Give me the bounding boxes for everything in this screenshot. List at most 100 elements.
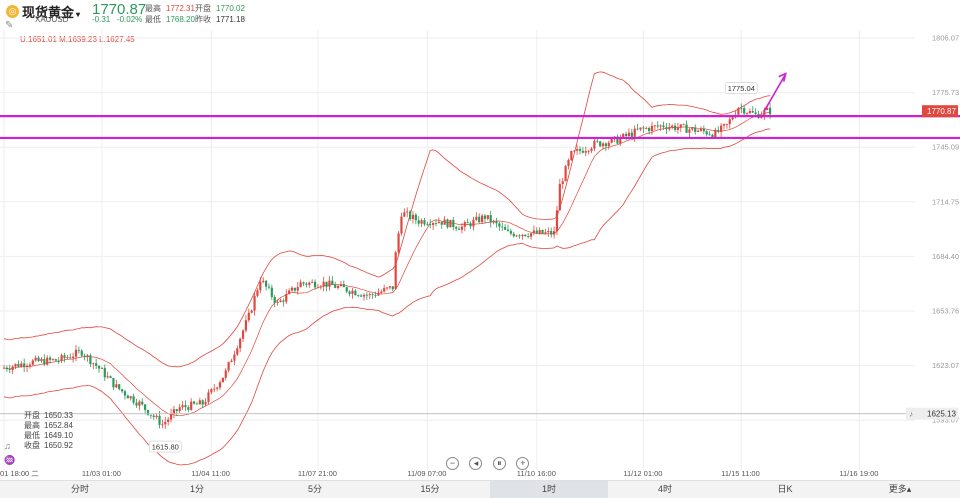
candle xyxy=(86,355,89,357)
candle xyxy=(371,294,374,296)
candle xyxy=(455,227,458,229)
candle xyxy=(302,282,305,284)
candle xyxy=(239,338,242,349)
candle xyxy=(705,131,708,135)
candle xyxy=(538,229,541,234)
candle xyxy=(740,108,743,109)
candle xyxy=(311,281,314,283)
candle xyxy=(578,149,582,151)
candle xyxy=(743,108,746,114)
candle xyxy=(290,287,294,291)
zoom-in-button[interactable]: + xyxy=(516,457,530,470)
candle xyxy=(14,363,17,367)
candle xyxy=(308,282,311,285)
candle xyxy=(270,287,273,298)
zoom-out-button[interactable]: − xyxy=(446,457,459,470)
candle xyxy=(544,232,547,234)
tab-daily[interactable]: 日K xyxy=(735,481,835,498)
candle xyxy=(483,215,487,219)
tab-more[interactable]: 更多▴ xyxy=(860,481,940,498)
candle xyxy=(564,166,567,182)
candle xyxy=(144,404,147,410)
candle xyxy=(106,376,109,378)
candle xyxy=(354,290,357,296)
tab-1hour[interactable]: 1时 xyxy=(490,481,608,498)
y-tick-label: 1745.09 xyxy=(932,143,959,152)
tab-5min[interactable]: 5分 xyxy=(265,481,365,498)
candle xyxy=(440,221,443,225)
candle xyxy=(642,127,645,129)
bollinger-middle xyxy=(3,111,771,417)
candle xyxy=(247,312,250,321)
annotation-label: 1615.80 xyxy=(152,443,179,452)
tab-1min[interactable]: 1分 xyxy=(147,481,247,498)
candle xyxy=(92,363,95,365)
ohlc-open: 开盘 1650.33 xyxy=(24,411,73,421)
candle xyxy=(391,286,394,290)
price-chart[interactable]: 1615.80 1775.04 1806.07 1775.73 1745.09 1714… xyxy=(0,0,960,480)
candle xyxy=(506,229,510,232)
candle xyxy=(115,384,118,388)
candle xyxy=(135,402,138,406)
candle xyxy=(480,215,484,223)
candle xyxy=(429,224,432,226)
candle xyxy=(449,219,452,228)
indicator-icon[interactable]: ♒ xyxy=(4,455,15,469)
candle xyxy=(492,220,495,223)
candle xyxy=(282,300,285,302)
y-tick-label: 1684.40 xyxy=(932,252,959,261)
tab-4hour[interactable]: 4时 xyxy=(615,481,715,498)
candle xyxy=(112,378,115,388)
candle xyxy=(466,222,469,224)
candle xyxy=(423,220,426,225)
candle xyxy=(512,233,515,237)
scroll-back-button[interactable]: ◂ xyxy=(469,457,483,470)
candle xyxy=(138,401,141,406)
candle xyxy=(43,358,46,365)
candle xyxy=(236,348,239,355)
y-tick-label: 1623.07 xyxy=(932,361,959,370)
ohlc-high-value: 1652.84 xyxy=(44,421,73,430)
candle xyxy=(190,401,193,410)
candle xyxy=(259,281,262,291)
candle xyxy=(679,124,682,128)
candle xyxy=(504,227,507,230)
candle xyxy=(149,414,152,416)
ohlc-high: 最高 1652.84 xyxy=(24,421,73,431)
candle xyxy=(397,233,400,253)
annotation-label: 1775.04 xyxy=(728,84,755,93)
x-tick-label: 11/07 21:00 xyxy=(298,469,337,478)
candle xyxy=(754,112,757,115)
candle xyxy=(645,128,648,129)
candle xyxy=(529,233,533,237)
candle xyxy=(365,294,368,296)
candle xyxy=(80,350,83,356)
alert-price-tag: ♪ 1625.13 xyxy=(906,407,958,420)
candle xyxy=(288,290,291,295)
candle xyxy=(152,415,155,418)
candle xyxy=(164,421,167,425)
candle xyxy=(388,286,392,288)
candle xyxy=(342,284,345,288)
candle xyxy=(636,128,639,130)
candle xyxy=(37,357,40,362)
candle xyxy=(241,330,245,339)
candle xyxy=(250,310,253,313)
ohlc-low-label: 最低 xyxy=(24,431,40,440)
price-annotation: 1775.04 xyxy=(724,82,758,94)
candle xyxy=(172,409,176,414)
candle xyxy=(768,107,772,115)
candle xyxy=(334,284,337,288)
candle xyxy=(305,283,308,285)
candle xyxy=(561,181,564,184)
candle xyxy=(731,117,734,120)
tab-15min[interactable]: 15分 xyxy=(380,481,480,498)
current-price-label: 1770.87 xyxy=(927,107,956,116)
candle xyxy=(167,419,170,422)
candle xyxy=(558,183,561,211)
y-tick-label: 1714.75 xyxy=(932,197,959,206)
pause-button[interactable]: ⏸ xyxy=(492,457,506,470)
tab-timeshare[interactable]: 分时 xyxy=(30,481,130,498)
candle xyxy=(360,295,363,297)
sound-icon[interactable]: ♫ xyxy=(4,441,15,455)
